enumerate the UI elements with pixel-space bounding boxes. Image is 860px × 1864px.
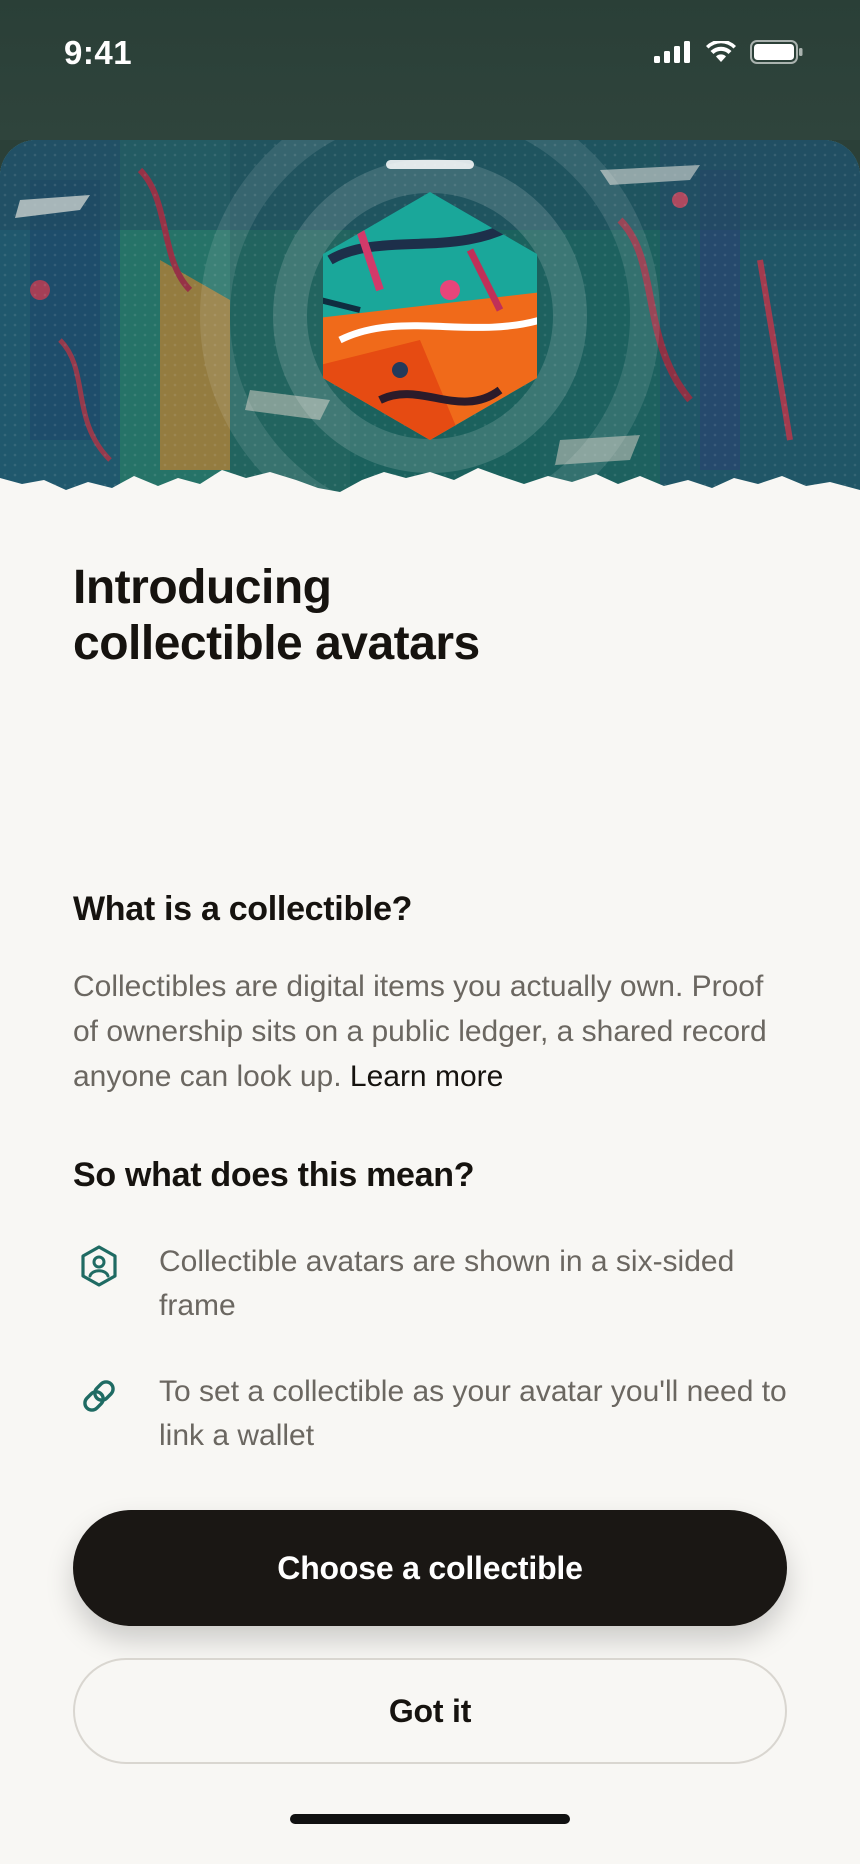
sheet-grabber[interactable] bbox=[386, 160, 474, 169]
battery-icon bbox=[750, 40, 803, 64]
choose-collectible-button[interactable]: Choose a collectible bbox=[73, 1510, 787, 1626]
page-title: Introducing collectible avatars bbox=[73, 560, 793, 672]
hexagon-person-icon bbox=[81, 1245, 117, 1287]
hero-artwork bbox=[0, 140, 860, 510]
section-heading-meaning: So what does this mean? bbox=[73, 1156, 475, 1194]
learn-more-link[interactable]: Learn more bbox=[350, 1060, 503, 1093]
title-line-2: collectible avatars bbox=[73, 617, 480, 670]
cellular-signal-icon bbox=[654, 41, 690, 63]
status-bar: 9:41 bbox=[0, 0, 860, 140]
section-description: Collectibles are digital items you actua… bbox=[73, 964, 793, 1099]
got-it-button[interactable]: Got it bbox=[73, 1658, 787, 1764]
list-item-text: Collectible avatars are shown in a six-s… bbox=[159, 1245, 735, 1322]
sheet-content: Introducing collectible avatars What is … bbox=[73, 560, 793, 1452]
home-indicator[interactable] bbox=[290, 1814, 570, 1824]
status-time: 9:41 bbox=[64, 34, 133, 71]
wifi-icon bbox=[706, 41, 736, 62]
list-item-text: To set a collectible as your avatar you'… bbox=[159, 1375, 787, 1452]
link-icon bbox=[83, 1380, 115, 1412]
bottom-sheet: Introducing collectible avatars What is … bbox=[0, 140, 860, 1864]
section-heading-what: What is a collectible? bbox=[73, 890, 413, 928]
status-icons bbox=[654, 40, 804, 64]
title-line-1: Introducing bbox=[73, 561, 332, 614]
